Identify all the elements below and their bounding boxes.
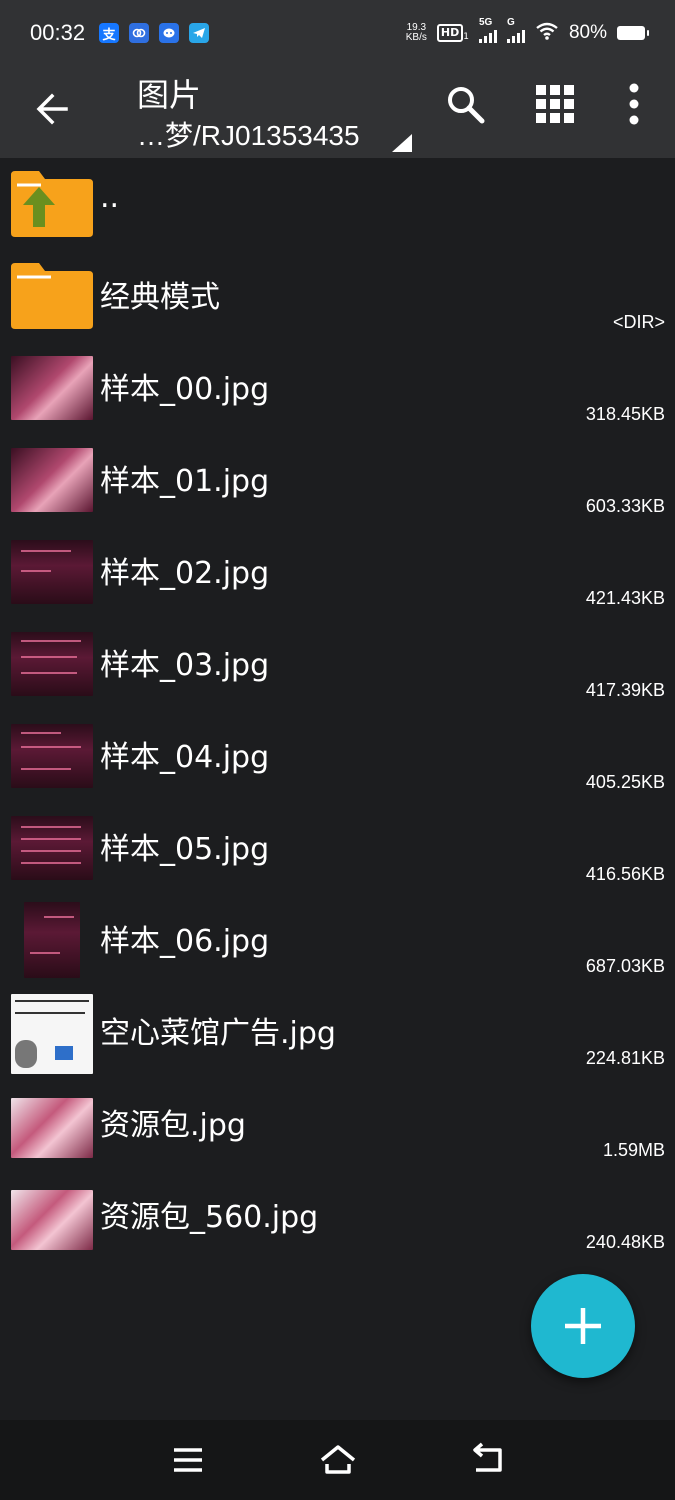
list-item-file[interactable]: 样本_06.jpg 687.03KB [0, 894, 675, 986]
hd-sub: 1 [463, 32, 469, 42]
list-item-file[interactable]: 空心菜馆广告.jpg 224.81KB [0, 986, 675, 1078]
alipay-icon: 支 [99, 23, 120, 43]
home-button[interactable] [318, 1440, 358, 1480]
list-item-file[interactable]: 样本_00.jpg 318.45KB [0, 342, 675, 434]
file-size: 417.39KB [585, 680, 665, 700]
back-button[interactable] [30, 86, 76, 132]
hd-badge: HD [436, 24, 464, 42]
list-item-file[interactable]: 样本_02.jpg 421.43KB [0, 526, 675, 618]
more-vert-icon [629, 83, 639, 125]
recent-apps-button[interactable] [168, 1440, 208, 1480]
back-icon [473, 1442, 502, 1472]
more-options-button[interactable] [612, 82, 656, 126]
search-button[interactable] [443, 82, 487, 126]
image-thumbnail [11, 356, 93, 420]
grid-view-button[interactable] [533, 82, 577, 126]
image-thumbnail [11, 448, 93, 512]
file-size: <DIR> [612, 312, 665, 332]
path-dropdown[interactable]: …梦/RJ01353435 [137, 114, 360, 154]
system-nav-bar [0, 1420, 675, 1500]
image-thumbnail [11, 1098, 93, 1158]
grid-icon [536, 85, 574, 123]
file-name: 样本_06.jpg [100, 924, 270, 959]
battery-icon [617, 26, 649, 40]
image-thumbnail [11, 1190, 93, 1250]
list-item-file[interactable]: 样本_04.jpg 405.25KB [0, 710, 675, 802]
file-list: .. 经典模式 <DIR> 样本_00.jpg 318.45KB 样本_01.j… [0, 158, 675, 1262]
notification-icons: 支 [99, 23, 210, 43]
system-back-button[interactable] [468, 1440, 508, 1480]
telegram-icon [189, 23, 210, 43]
wifi-icon [535, 22, 559, 44]
battery-percentage: 80% [568, 22, 607, 43]
plus-icon [565, 1308, 601, 1344]
app-toolbar: 图片 …梦/RJ01353435 [0, 66, 675, 158]
file-size: 416.56KB [585, 864, 665, 884]
list-item-file[interactable]: 资源包.jpg 1.59MB [0, 1078, 675, 1170]
file-name: 空心菜馆广告.jpg [100, 1016, 336, 1051]
image-thumbnail [24, 902, 80, 978]
list-item-parent-folder[interactable]: .. [0, 158, 675, 250]
signal-5g-icon: 5G [478, 17, 497, 43]
list-item-file[interactable]: 样本_01.jpg 603.33KB [0, 434, 675, 526]
menu-icon [174, 1448, 202, 1472]
image-thumbnail [11, 724, 93, 788]
file-size: 687.03KB [585, 956, 665, 976]
cloud-app-icon [129, 23, 150, 43]
file-name: 样本_03.jpg [100, 648, 270, 683]
folder-up-icon [11, 171, 93, 237]
net-speed-unit: KB/s [405, 32, 427, 43]
arrow-left-icon [36, 93, 68, 125]
page-title: 图片 [137, 76, 202, 114]
status-time: 00:32 [30, 20, 86, 45]
search-icon [448, 87, 485, 124]
list-item-file[interactable]: 样本_05.jpg 416.56KB [0, 802, 675, 894]
chat-app-icon [159, 23, 180, 43]
image-thumbnail [11, 994, 93, 1074]
home-icon [320, 1445, 356, 1474]
file-name: .. [100, 180, 120, 215]
image-thumbnail [11, 632, 93, 696]
image-thumbnail [11, 540, 93, 604]
file-size: 224.81KB [585, 1048, 665, 1068]
file-name: 样本_04.jpg [100, 740, 270, 775]
list-item-file[interactable]: 样本_03.jpg 417.39KB [0, 618, 675, 710]
add-button[interactable] [531, 1274, 635, 1378]
status-bar: 00:32 支 19.3 KB/s HD 1 5G G 80% [0, 0, 675, 66]
file-name: 资源包.jpg [100, 1108, 246, 1143]
list-item-file[interactable]: 资源包_560.jpg 240.48KB [0, 1170, 675, 1262]
hd-indicator: HD 1 [436, 24, 469, 42]
image-thumbnail [11, 816, 93, 880]
signal-g-icon: G [506, 17, 525, 43]
signal-5g-label: 5G [478, 17, 493, 28]
file-name: 资源包_560.jpg [100, 1200, 319, 1235]
file-size: 318.45KB [585, 404, 665, 424]
status-right: 19.3 KB/s HD 1 5G G 80% [406, 17, 649, 44]
file-name: 经典模式 [100, 280, 220, 315]
file-size: 1.59MB [602, 1140, 665, 1160]
file-name: 样本_02.jpg [100, 556, 270, 591]
file-name: 样本_05.jpg [100, 832, 270, 867]
signal-g-label: G [506, 17, 515, 28]
list-item-folder[interactable]: 经典模式 <DIR> [0, 250, 675, 342]
dropdown-caret-icon[interactable] [392, 134, 412, 152]
folder-icon [11, 263, 93, 329]
file-size: 603.33KB [585, 496, 665, 516]
network-speed: 19.3 KB/s [406, 23, 427, 43]
file-size: 240.48KB [585, 1232, 665, 1252]
file-name: 样本_01.jpg [100, 464, 270, 499]
file-size: 405.25KB [585, 772, 665, 792]
file-name: 样本_00.jpg [100, 372, 270, 407]
file-size: 421.43KB [585, 588, 665, 608]
